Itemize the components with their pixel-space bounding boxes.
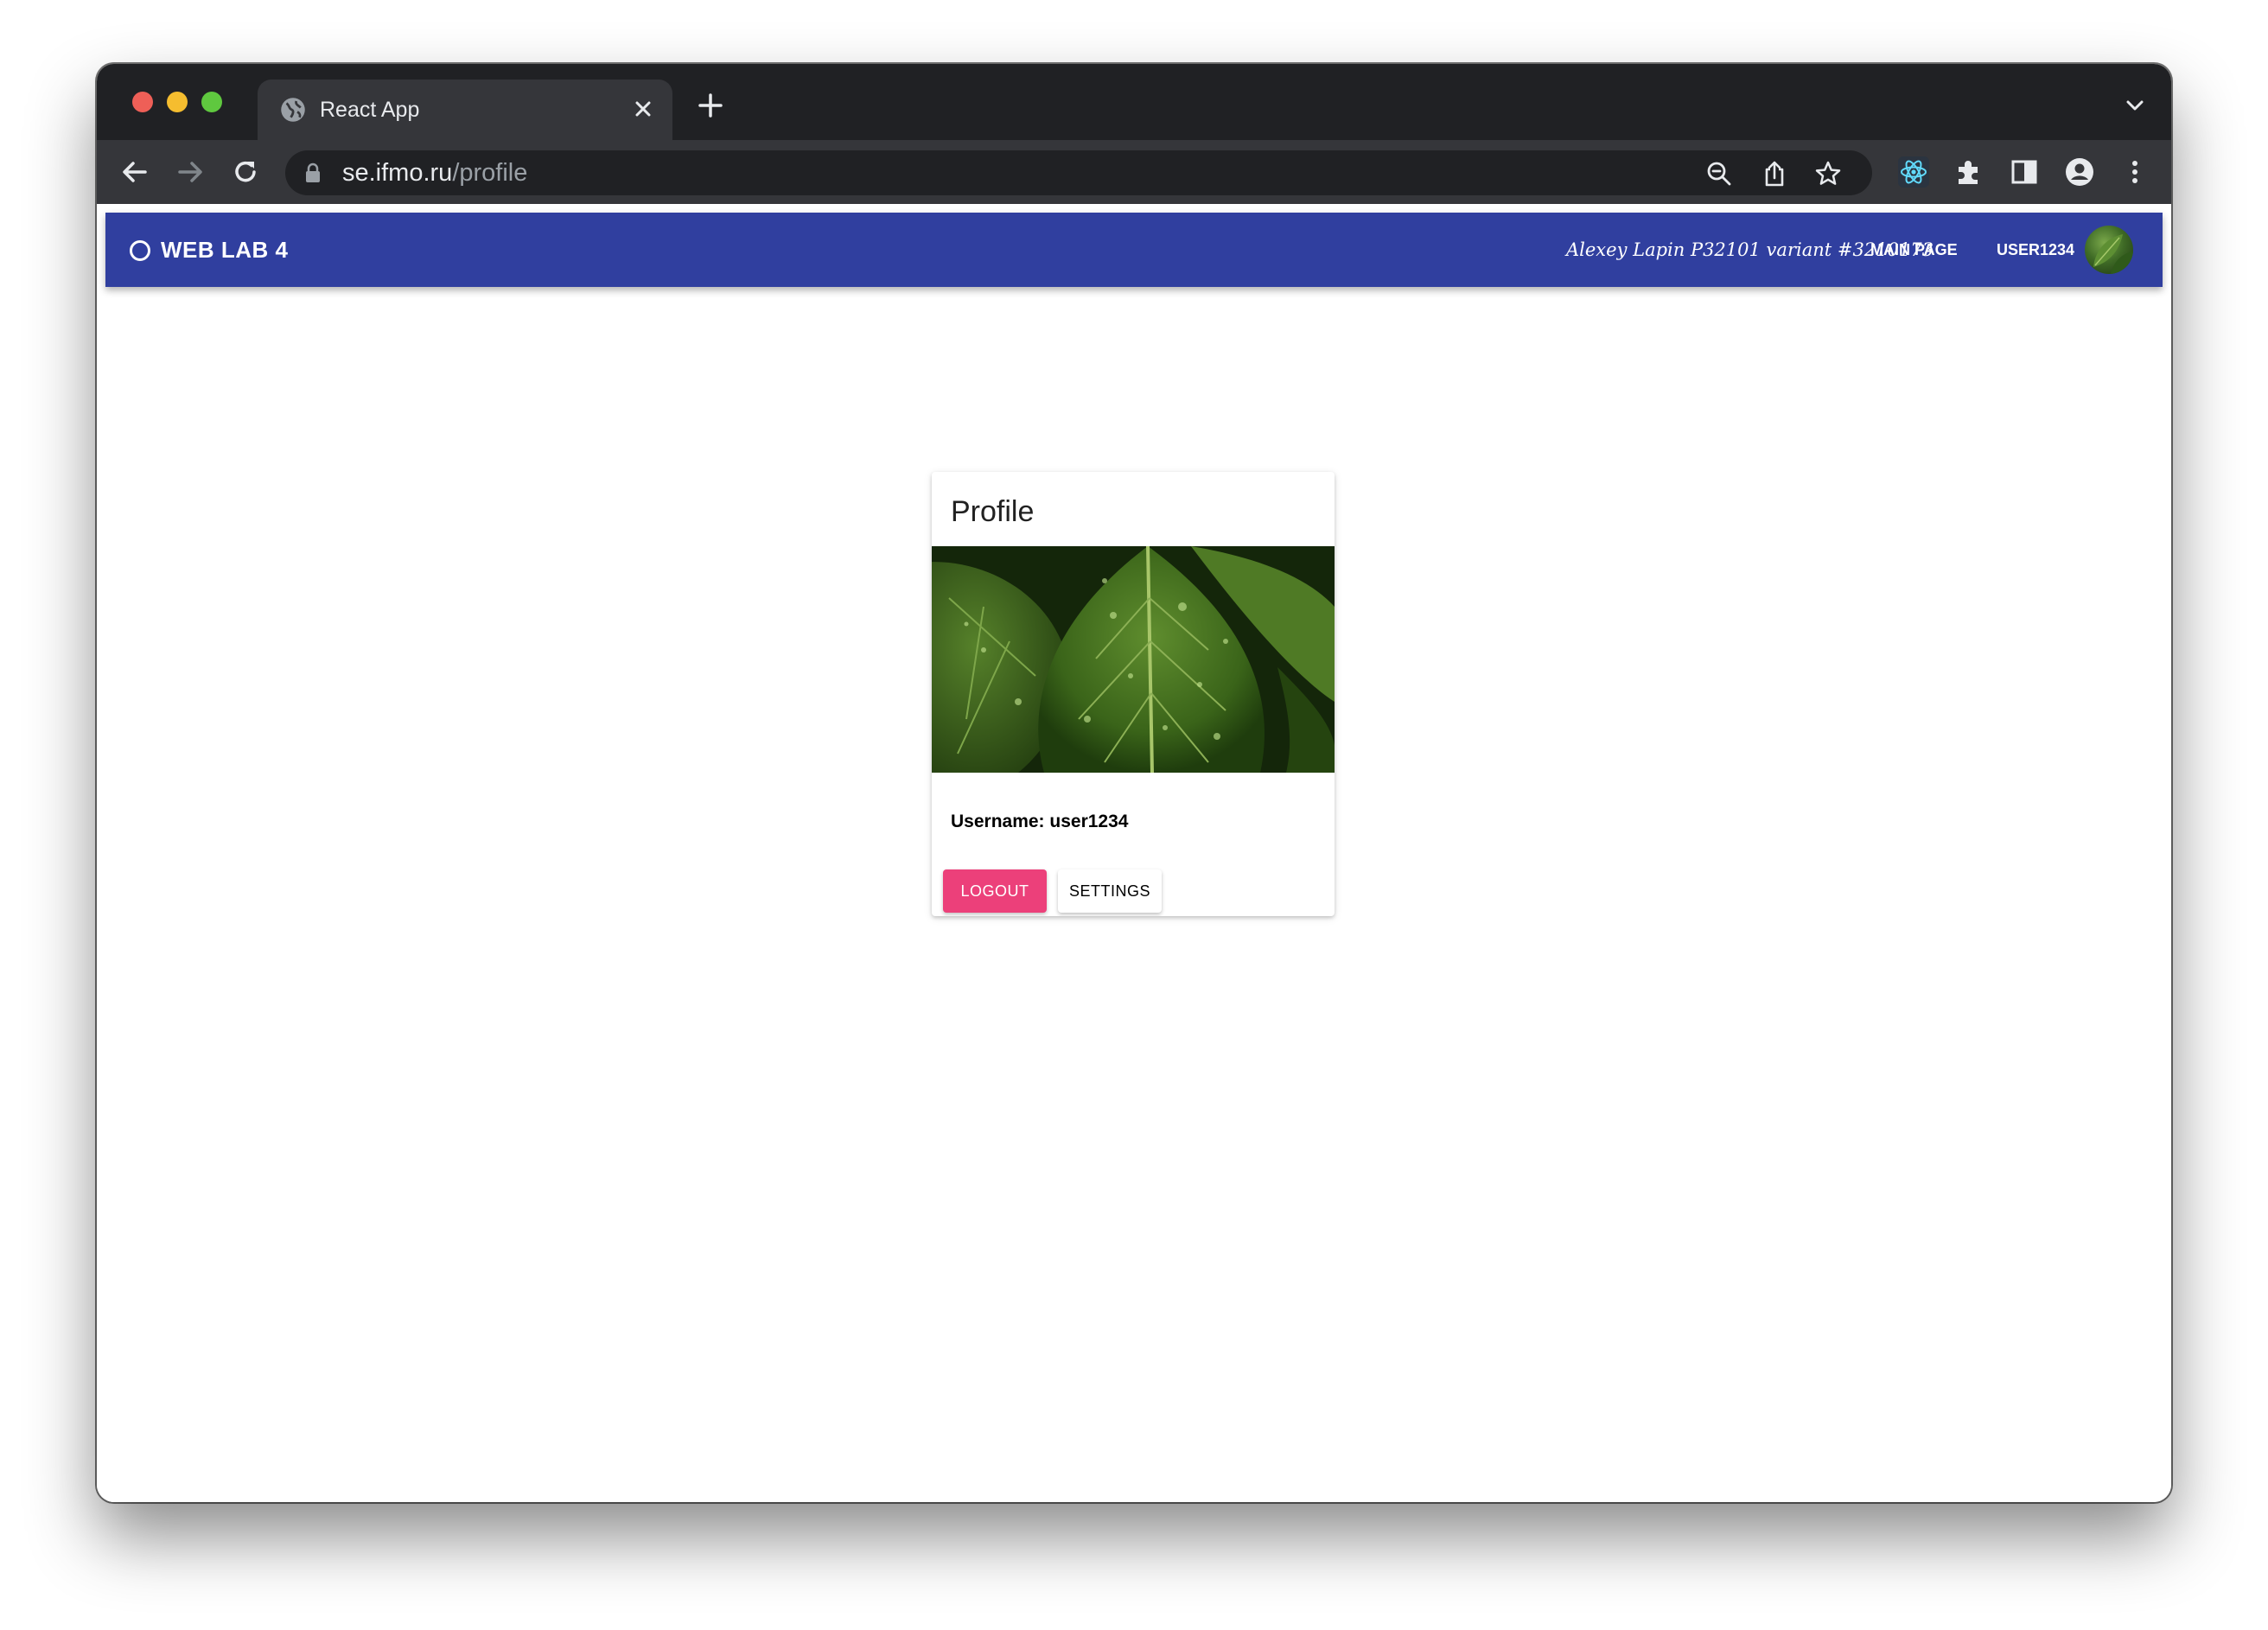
close-tab-icon[interactable] — [628, 93, 659, 124]
username-text: Username: user1234 — [951, 812, 1129, 831]
maximize-window-button[interactable] — [201, 92, 222, 112]
close-window-button[interactable] — [132, 92, 153, 112]
share-icon[interactable] — [1760, 159, 1789, 188]
profile-image — [932, 546, 1335, 773]
globe-icon — [281, 98, 305, 122]
app-brand[interactable]: WEB LAB 4 — [161, 235, 289, 264]
back-icon[interactable] — [118, 155, 152, 189]
main-page-link[interactable]: MAIN PAGE — [1858, 230, 1970, 270]
reload-icon[interactable] — [228, 155, 263, 189]
more-icon[interactable] — [2118, 155, 2152, 189]
address-bar[interactable]: se.ifmo.ru/profile — [285, 150, 1872, 195]
browser-window: React App se.ifmo.ru/profile WEB LAB 4 A… — [97, 64, 2171, 1502]
minimize-window-button[interactable] — [167, 92, 188, 112]
logout-button[interactable]: LOGOUT — [943, 869, 1047, 913]
avatar[interactable] — [2085, 226, 2133, 274]
profile-title: Profile — [951, 495, 1035, 528]
browser-toolbar: se.ifmo.ru/profile — [97, 140, 2171, 204]
react-devtools-icon[interactable] — [1896, 155, 1931, 189]
new-tab-plus-icon[interactable] — [693, 88, 728, 123]
tab-strip: React App — [97, 64, 2171, 140]
star-icon[interactable] — [1813, 159, 1843, 188]
circle-icon — [130, 240, 150, 261]
tab-title: React App — [320, 98, 420, 122]
lock-icon[interactable] — [304, 162, 322, 183]
forward-icon[interactable] — [173, 155, 207, 189]
chevron-down-icon[interactable] — [2119, 90, 2150, 121]
app-bar: WEB LAB 4 Alexey Lapin P32101 variant #3… — [105, 213, 2163, 287]
profile-icon[interactable] — [2062, 155, 2097, 189]
zoom-icon[interactable] — [1704, 159, 1734, 188]
side-panel-icon[interactable] — [2007, 155, 2042, 189]
page-content: WEB LAB 4 Alexey Lapin P32101 variant #3… — [97, 204, 2171, 1502]
extensions-icon[interactable] — [1952, 155, 1986, 189]
tab-react-app[interactable]: React App — [258, 80, 672, 140]
profile-card: Profile Username: user1234 LOGOUT SETTIN… — [932, 472, 1335, 916]
url-path: /profile — [452, 159, 528, 187]
url-host: se.ifmo.ru — [342, 159, 453, 187]
settings-button[interactable]: SETTINGS — [1058, 869, 1162, 913]
user-menu-link[interactable]: USER1234 — [1984, 230, 2086, 270]
url-text[interactable]: se.ifmo.ru/profile — [342, 158, 527, 188]
